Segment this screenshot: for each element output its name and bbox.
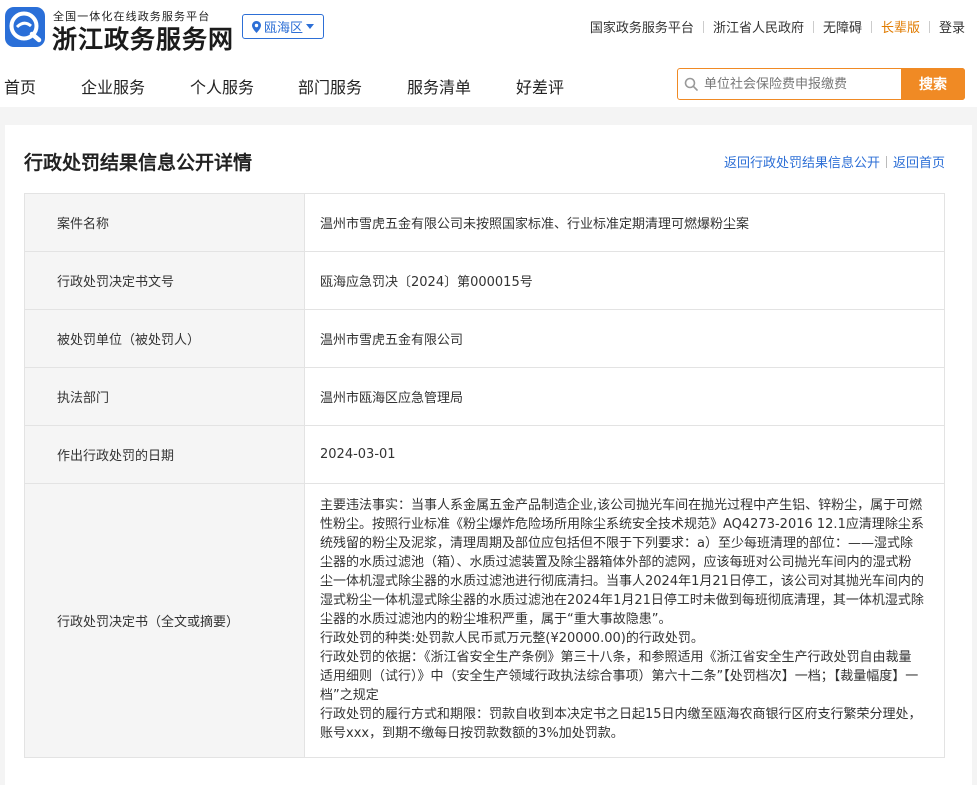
decision-paragraph: 行政处罚的履行方式和期限：罚款自收到本决定书之日起15日内缴至瓯海农商银行区府支… [320, 707, 922, 741]
decision-paragraph: 行政处罚的依据：《浙江省安全生产条例》第三十八条，和参照适用《浙江省安全生产行政… [320, 650, 919, 703]
site-logo-icon[interactable] [5, 7, 45, 47]
divider [870, 20, 872, 33]
link-elder-mode[interactable]: 长辈版 [881, 17, 920, 36]
row-label: 案件名称 [24, 193, 305, 252]
divider [702, 20, 704, 33]
row-value: 温州市瓯海区应急管理局 [304, 367, 945, 426]
page-title: 行政处罚结果信息公开详情 [24, 152, 253, 174]
row-label: 行政处罚决定书（全文或摘要） [24, 483, 305, 758]
top-links: 国家政务服务平台 浙江省人民政府 无障碍 长辈版 登录 [590, 17, 965, 36]
row-label: 行政处罚决定书文号 [24, 251, 305, 310]
table-row: 被处罚单位（被处罚人） 温州市雪虎五金有限公司 [24, 309, 945, 368]
table-row: 案件名称 温州市雪虎五金有限公司未按照国家标准、行业标准定期清理可燃爆粉尘案 [24, 193, 945, 252]
row-value: 瓯海应急罚决〔2024〕第000015号 [304, 251, 945, 310]
decision-text: 主要违法事实：当事人系金属五金产品制造企业,该公司抛光车间在抛光过程中产生铝、锌… [304, 483, 945, 758]
caret-down-icon [306, 23, 314, 29]
link-login[interactable]: 登录 [939, 17, 965, 36]
row-value: 2024-03-01 [304, 425, 945, 484]
row-label: 作出行政处罚的日期 [24, 425, 305, 484]
back-to-list-link[interactable]: 返回行政处罚结果信息公开 [724, 152, 880, 171]
row-value: 温州市雪虎五金有限公司未按照国家标准、行业标准定期清理可燃爆粉尘案 [304, 193, 945, 252]
nav-enterprise[interactable]: 企业服务 [81, 74, 145, 98]
detail-panel: 行政处罚结果信息公开详情 返回行政处罚结果信息公开 返回首页 案件名称 温州市雪… [5, 125, 972, 785]
search-box: 搜索 [677, 68, 965, 100]
link-accessibility[interactable]: 无障碍 [823, 17, 862, 36]
location-pin-icon [251, 20, 261, 33]
table-row: 作出行政处罚的日期 2024-03-01 [24, 425, 945, 484]
table-row: 行政处罚决定书文号 瓯海应急罚决〔2024〕第000015号 [24, 251, 945, 310]
back-links: 返回行政处罚结果信息公开 返回首页 [724, 152, 945, 171]
link-provincial-gov[interactable]: 浙江省人民政府 [713, 17, 804, 36]
row-label: 被处罚单位（被处罚人） [24, 309, 305, 368]
decision-paragraph: 主要违法事实：当事人系金属五金产品制造企业,该公司抛光车间在抛光过程中产生铝、锌… [320, 498, 924, 627]
search-icon [678, 69, 704, 99]
link-national-platform[interactable]: 国家政务服务平台 [590, 17, 694, 36]
divider [928, 20, 930, 33]
decision-paragraph: 行政处罚的种类:处罚款人民币贰万元整(¥20000.00)的行政处罚。 [320, 631, 704, 646]
top-header: 全国一体化在线政务服务平台 浙江政务服务网 瓯海区 国家政务服务平台 浙江省人民… [0, 0, 977, 107]
row-value: 温州市雪虎五金有限公司 [304, 309, 945, 368]
back-to-home-link[interactable]: 返回首页 [893, 152, 945, 171]
region-selector[interactable]: 瓯海区 [242, 14, 324, 39]
row-label: 执法部门 [24, 367, 305, 426]
table-row: 执法部门 温州市瓯海区应急管理局 [24, 367, 945, 426]
detail-table: 案件名称 温州市雪虎五金有限公司未按照国家标准、行业标准定期清理可燃爆粉尘案 行… [24, 193, 945, 758]
search-button[interactable]: 搜索 [901, 68, 965, 100]
search-input[interactable] [704, 69, 901, 99]
divider [885, 155, 887, 168]
nav-evaluation[interactable]: 好差评 [516, 74, 564, 98]
divider [812, 20, 814, 33]
nav-home[interactable]: 首页 [4, 74, 36, 98]
nav-personal[interactable]: 个人服务 [190, 74, 254, 98]
logo-title[interactable]: 浙江政务服务网 [52, 20, 234, 56]
region-label: 瓯海区 [263, 21, 303, 36]
table-row: 行政处罚决定书（全文或摘要） 主要违法事实：当事人系金属五金产品制造企业,该公司… [24, 483, 945, 758]
nav-service-list[interactable]: 服务清单 [407, 74, 471, 98]
nav-department[interactable]: 部门服务 [298, 74, 362, 98]
